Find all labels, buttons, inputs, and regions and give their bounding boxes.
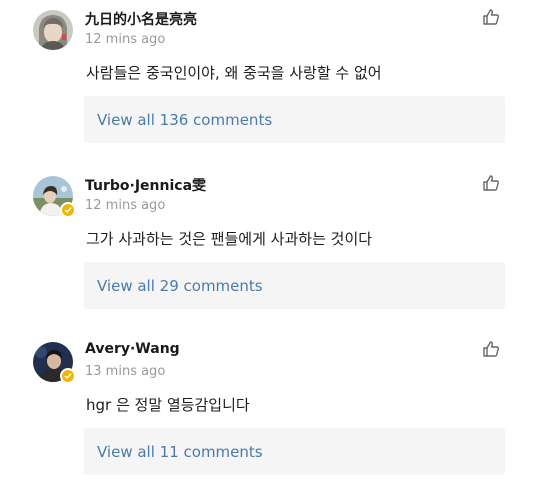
comment-text: 사람들은 중국인이야, 왜 중국을 사랑할 수 없어	[86, 64, 382, 82]
username[interactable]: 九日的小名是亮亮	[85, 9, 197, 29]
username[interactable]: Turbo·Jennica雯	[85, 175, 206, 195]
timestamp: 12 mins ago	[85, 198, 166, 213]
verified-badge-icon	[60, 202, 76, 218]
username[interactable]: Avery·Wang	[85, 341, 180, 357]
comment-text: hgr 은 정말 열등감입니다	[86, 396, 250, 414]
thumbs-up-icon[interactable]	[482, 340, 500, 358]
thumbs-up-icon[interactable]	[482, 174, 500, 192]
verified-badge-icon	[60, 368, 76, 384]
thumbs-up-icon[interactable]	[482, 8, 500, 26]
view-replies-label: View all 29 comments	[97, 277, 263, 295]
comment-item: Turbo·Jennica雯 12 mins ago 그가 사과하는 것은 팬들…	[0, 166, 537, 332]
view-replies-button[interactable]: View all 11 comments	[84, 428, 505, 475]
view-replies-button[interactable]: View all 29 comments	[84, 262, 505, 309]
view-replies-label: View all 11 comments	[97, 443, 263, 461]
view-replies-label: View all 136 comments	[97, 111, 273, 129]
timestamp: 12 mins ago	[85, 32, 166, 47]
comment-text: 그가 사과하는 것은 팬들에게 사과하는 것이다	[86, 230, 373, 248]
view-replies-button[interactable]: View all 136 comments	[84, 96, 505, 143]
avatar[interactable]	[33, 10, 73, 50]
comment-item: 九日的小名是亮亮 12 mins ago 사람들은 중국인이야, 왜 중국을 사…	[0, 0, 537, 166]
comment-item: Avery·Wang 13 mins ago hgr 은 정말 열등감입니다 V…	[0, 332, 537, 498]
timestamp: 13 mins ago	[85, 364, 166, 379]
